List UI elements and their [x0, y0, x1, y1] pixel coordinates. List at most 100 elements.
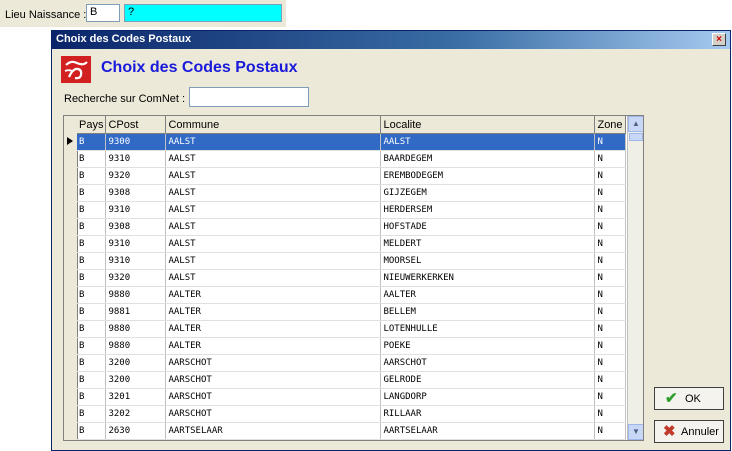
table-row[interactable]: B 9310 AALST MELDERT N	[77, 235, 626, 253]
table-row[interactable]: B 9881 AALTER BELLEM N	[77, 303, 626, 321]
cell-pays: B	[77, 269, 107, 287]
cell-localite: BELLEM	[380, 303, 596, 321]
cell-localite: AARSCHOT	[380, 354, 596, 372]
cell-localite: BAARDEGEM	[380, 150, 596, 168]
cell-zone: N	[594, 269, 626, 287]
column-header-pays[interactable]: Pays	[77, 116, 107, 134]
cell-cpost: 2630	[105, 422, 167, 440]
cell-pays: B	[77, 201, 107, 219]
table-row[interactable]: B 9880 AALTER AALTER N	[77, 286, 626, 304]
cell-pays: B	[77, 303, 107, 321]
table-row[interactable]: B 3200 AARSCHOT AARSCHOT N	[77, 354, 626, 372]
column-header-zone[interactable]: Zone	[594, 116, 626, 134]
cell-localite: MOORSEL	[380, 252, 596, 270]
cell-localite: GELRODE	[380, 371, 596, 389]
lieu-description-field[interactable]: ?	[124, 4, 282, 22]
close-button[interactable]: ×	[712, 33, 726, 46]
table-row[interactable]: B 9310 AALST MOORSEL N	[77, 252, 626, 270]
postal-code-grid[interactable]: Pays CPost Commune Localite Zone B 9300 AALST A…	[63, 115, 644, 441]
cell-zone: N	[594, 371, 626, 389]
table-row[interactable]: B 9310 AALST HERDERSEM N	[77, 201, 626, 219]
dialog-title-bar[interactable]: Choix des Codes Postaux ×	[52, 31, 730, 49]
scroll-thumb[interactable]	[629, 133, 643, 141]
cell-zone: N	[594, 201, 626, 219]
cell-pays: B	[77, 337, 107, 355]
cell-cpost: 3200	[105, 371, 167, 389]
table-row[interactable]: B 9880 AALTER LOTENHULLE N	[77, 320, 626, 338]
cell-commune: AALST	[165, 184, 382, 202]
scroll-up-button[interactable]: ▲	[628, 116, 643, 132]
table-row[interactable]: B 9320 AALST EREMBODEGEM N	[77, 167, 626, 185]
cell-pays: B	[77, 286, 107, 304]
cell-zone: N	[594, 150, 626, 168]
cell-cpost: 9310	[105, 150, 167, 168]
cell-cpost: 9310	[105, 201, 167, 219]
cell-commune: AARSCHOT	[165, 405, 382, 423]
cell-zone: N	[594, 286, 626, 304]
cell-zone: N	[594, 252, 626, 270]
cell-pays: B	[77, 354, 107, 372]
row-indicator-column	[64, 116, 78, 440]
cell-commune: AALTER	[165, 320, 382, 338]
table-row[interactable]: B 3201 AARSCHOT LANGDORP N	[77, 388, 626, 406]
cell-zone: N	[594, 133, 626, 151]
table-row[interactable]: B 9308 AALST GIJZEGEM N	[77, 184, 626, 202]
cell-localite: AALST	[380, 133, 596, 151]
x-icon: ✖	[663, 423, 676, 440]
table-row[interactable]: B 9300 AALST AALST N	[77, 133, 626, 151]
cell-pays: B	[77, 405, 107, 423]
search-input[interactable]	[189, 87, 309, 107]
table-row[interactable]: B 9310 AALST BAARDEGEM N	[77, 150, 626, 168]
cell-pays: B	[77, 422, 107, 440]
cell-localite: EREMBODEGEM	[380, 167, 596, 185]
cell-zone: N	[594, 422, 626, 440]
table-row[interactable]: B 3202 AARSCHOT RILLAAR N	[77, 405, 626, 423]
ok-button[interactable]: ✔ OK	[654, 387, 724, 410]
cell-commune: AALST	[165, 201, 382, 219]
cell-pays: B	[77, 235, 107, 253]
table-row[interactable]: B 9308 AALST HOFSTADE N	[77, 218, 626, 236]
cell-cpost: 9310	[105, 235, 167, 253]
scroll-down-button[interactable]: ▼	[628, 424, 643, 440]
cell-localite: NIEUWERKERKEN	[380, 269, 596, 287]
table-header-row: Pays CPost Commune Localite Zone	[77, 116, 626, 134]
lieu-naissance-strip: Lieu Naissance : B ?	[0, 0, 286, 27]
column-header-commune[interactable]: Commune	[165, 116, 382, 134]
cell-localite: LANGDORP	[380, 388, 596, 406]
cell-commune: AALTER	[165, 337, 382, 355]
table-row[interactable]: B 3200 AARSCHOT GELRODE N	[77, 371, 626, 389]
cell-commune: AARTSELAAR	[165, 422, 382, 440]
cell-commune: AARSCHOT	[165, 354, 382, 372]
cell-zone: N	[594, 337, 626, 355]
cell-cpost: 9880	[105, 337, 167, 355]
cell-localite: HERDERSEM	[380, 201, 596, 219]
cell-pays: B	[77, 184, 107, 202]
table-row[interactable]: B 9320 AALST NIEUWERKERKEN N	[77, 269, 626, 287]
cell-zone: N	[594, 388, 626, 406]
column-header-localite[interactable]: Localite	[380, 116, 596, 134]
lieu-naissance-label: Lieu Naissance :	[5, 9, 87, 21]
cell-commune: AALST	[165, 167, 382, 185]
cell-localite: MELDERT	[380, 235, 596, 253]
close-icon: ×	[716, 34, 722, 45]
cell-zone: N	[594, 235, 626, 253]
postal-code-table: Pays CPost Commune Localite Zone B 9300 AALST A…	[77, 116, 626, 440]
dialog-title: Choix des Codes Postaux	[56, 33, 192, 45]
cell-localite: AARTSELAAR	[380, 422, 596, 440]
cell-pays: B	[77, 252, 107, 270]
post-logo-icon	[61, 56, 91, 83]
cell-commune: AALTER	[165, 286, 382, 304]
annuler-button[interactable]: ✖ Annuler	[654, 420, 724, 443]
cell-cpost: 9310	[105, 252, 167, 270]
table-row[interactable]: B 9880 AALTER POEKE N	[77, 337, 626, 355]
column-header-cpost[interactable]: CPost	[105, 116, 167, 134]
ok-button-label: OK	[685, 393, 701, 405]
vertical-scrollbar[interactable]: ▲ ▼	[627, 116, 643, 440]
cell-cpost: 9320	[105, 167, 167, 185]
cell-cpost: 9320	[105, 269, 167, 287]
table-row[interactable]: B 2630 AARTSELAAR AARTSELAAR N	[77, 422, 626, 440]
lieu-country-input[interactable]: B	[86, 4, 120, 22]
cell-cpost: 9308	[105, 218, 167, 236]
cell-cpost: 3202	[105, 405, 167, 423]
cell-cpost: 9300	[105, 133, 167, 151]
